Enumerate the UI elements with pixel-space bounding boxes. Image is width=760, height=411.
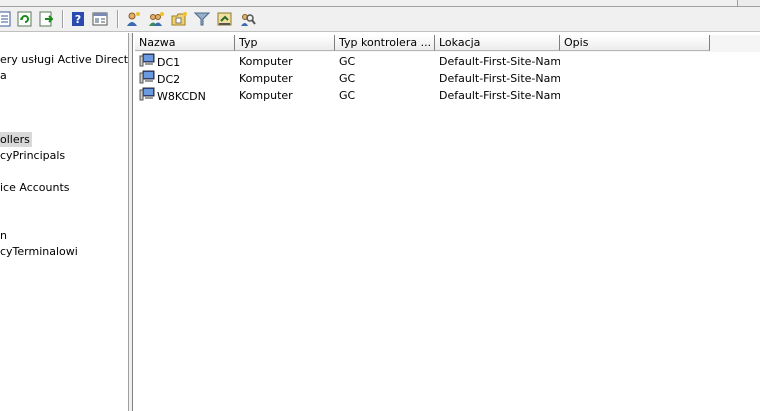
cell-dc-type: GC	[339, 55, 356, 68]
list-header: Nazwa Typ Typ kontrolera ... Lokacja Opi…	[135, 35, 760, 52]
tree-item-domain-controllers[interactable]: ollers	[0, 132, 32, 147]
cell-name: DC2	[135, 70, 235, 87]
cell-site: Default-First-Site-Name	[439, 89, 560, 102]
find-icon[interactable]	[239, 10, 257, 28]
cell-type: Komputer	[239, 72, 293, 85]
cell-name: W8KCDN	[135, 87, 235, 104]
cell-description	[560, 53, 710, 70]
cell-dc-type: GC	[339, 72, 356, 85]
delegate-icon[interactable]	[216, 10, 234, 28]
toolbar-separator	[117, 10, 119, 28]
cell-site: Default-First-Site-Name	[439, 72, 560, 85]
tree-item-domain[interactable]: a	[0, 68, 9, 83]
table-row[interactable]: DC2 Komputer GC Default-First-Site-Name	[135, 70, 715, 87]
export-icon[interactable]	[38, 10, 56, 28]
column-header-type[interactable]: Typ	[235, 35, 335, 51]
tree-item-ad-users[interactable]: ery usługi Active Directory	[0, 52, 128, 67]
cell-description	[560, 87, 710, 104]
cell-site: Default-First-Site-Name	[439, 55, 560, 68]
tree-item-foreign-security-principals[interactable]: cyPrincipals	[0, 148, 67, 163]
export-list-icon[interactable]	[0, 10, 14, 28]
new-ou-icon[interactable]	[170, 10, 188, 28]
svg-text:?: ?	[75, 13, 81, 26]
table-row[interactable]: W8KCDN Komputer GC Default-First-Site-Na…	[135, 87, 715, 104]
tree-item-terminal-users[interactable]: cyTerminalowi	[0, 244, 80, 259]
properties-icon[interactable]	[91, 10, 109, 28]
new-group-icon[interactable]	[147, 10, 165, 28]
table-row[interactable]: DC1 Komputer GC Default-First-Site-Name	[135, 53, 715, 70]
list-pane: Nazwa Typ Typ kontrolera ... Lokacja Opi…	[133, 33, 760, 411]
cell-dc-type: GC	[339, 89, 356, 102]
cell-name: DC1	[135, 53, 235, 70]
tree-item-n[interactable]: n	[0, 228, 9, 243]
cell-name-text: W8KCDN	[157, 90, 206, 103]
column-header-name[interactable]: Nazwa	[135, 35, 235, 51]
cell-description	[560, 70, 710, 87]
filter-icon[interactable]	[193, 10, 211, 28]
computer-icon	[139, 53, 155, 70]
refresh-icon[interactable]	[16, 10, 34, 28]
toolbar: ?	[0, 7, 760, 32]
menu-bar	[0, 0, 760, 7]
column-header-dc-type[interactable]: Typ kontrolera ...	[335, 35, 435, 51]
cell-type: Komputer	[239, 89, 293, 102]
column-header-description[interactable]: Opis	[560, 35, 710, 51]
help-icon[interactable]: ?	[69, 10, 87, 28]
window-corner	[737, 0, 760, 6]
computer-icon	[139, 70, 155, 87]
column-header-site[interactable]: Lokacja	[435, 35, 560, 51]
cell-type: Komputer	[239, 55, 293, 68]
cell-name-text: DC1	[157, 56, 181, 69]
computer-icon	[139, 87, 155, 104]
new-user-icon[interactable]	[124, 10, 142, 28]
tree-pane: ery usługi Active Directory a ollers cyP…	[0, 33, 128, 411]
toolbar-separator	[62, 10, 64, 28]
tree-item-managed-service-accounts[interactable]: ice Accounts	[0, 180, 72, 195]
cell-name-text: DC2	[157, 73, 181, 86]
